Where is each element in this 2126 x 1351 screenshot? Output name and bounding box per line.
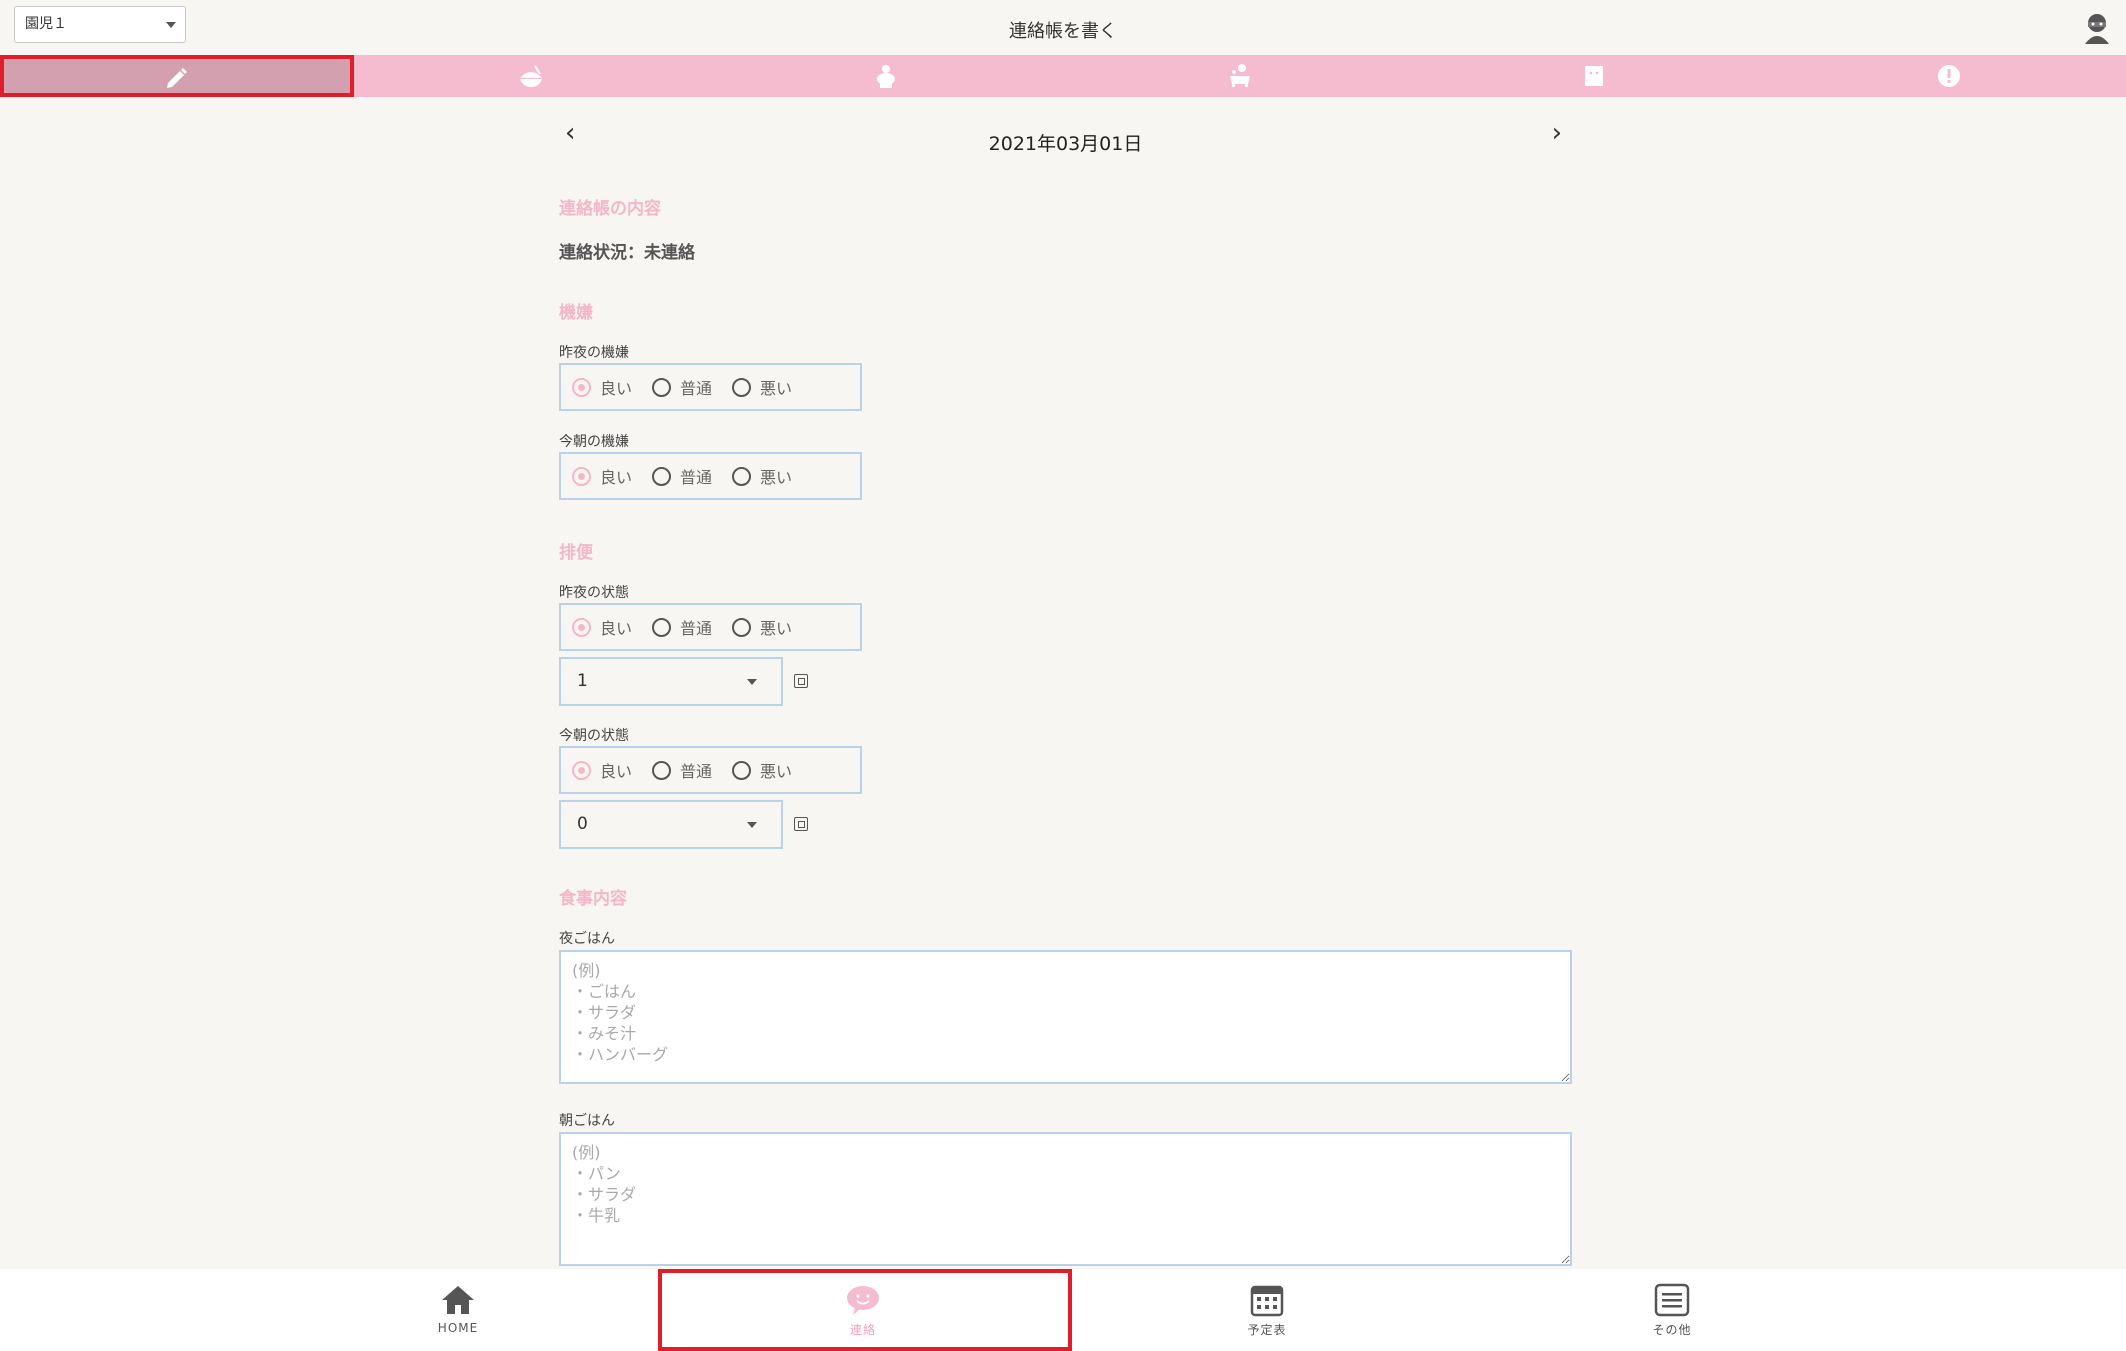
unit-icon [794, 674, 808, 688]
mood-last-night-label: 昨夜の機嫌 [559, 345, 629, 361]
unit-icon [794, 817, 808, 831]
radio-normal[interactable]: 普通 [652, 464, 712, 488]
radio-dot [652, 377, 672, 397]
category-tab-bar [0, 55, 2126, 97]
stool-last-night-count-select[interactable]: 1 [559, 657, 783, 706]
section-title-mood: 機嫌 [559, 303, 593, 323]
section-title-contents: 連絡帳の内容 [559, 199, 661, 219]
radio-label: 悪い [760, 379, 793, 398]
stool-this-morning-count-select[interactable]: 0 [559, 800, 783, 849]
section-title-meal: 食事内容 [559, 889, 627, 909]
radio-label: 普通 [680, 468, 713, 487]
radio-dot [732, 466, 752, 486]
mood-this-morning-label: 今朝の機嫌 [559, 434, 629, 450]
radio-good[interactable]: 良い [572, 375, 632, 399]
nav-label: HOME [437, 1321, 479, 1335]
radio-normal[interactable]: 普通 [652, 615, 712, 639]
radio-label: 良い [600, 379, 633, 398]
stool-this-morning-label: 今朝の状態 [559, 728, 629, 744]
contact-status: 連絡状況：未連絡 [559, 243, 695, 263]
radio-label: 普通 [680, 379, 713, 398]
radio-bad[interactable]: 悪い [732, 375, 792, 399]
radio-normal[interactable]: 普通 [652, 375, 712, 399]
breakfast-textarea[interactable] [559, 1132, 1572, 1266]
radio-good[interactable]: 良い [572, 464, 632, 488]
radio-dot [652, 617, 672, 637]
nav-home[interactable]: HOME [328, 1269, 588, 1351]
radio-label: 普通 [680, 619, 713, 638]
next-date-button[interactable]: › [1552, 120, 1562, 146]
date-navigator: ‹ 2021年03月01日 › [559, 97, 1572, 155]
select-value: 0 [577, 814, 588, 834]
breakfast-label: 朝ごはん [559, 1113, 615, 1129]
calendar-icon [1250, 1285, 1284, 1317]
radio-dot [572, 377, 591, 397]
note-icon [1585, 66, 1604, 86]
select-value: 1 [577, 671, 588, 691]
tab-alert[interactable] [1772, 55, 2126, 97]
radio-label: 悪い [760, 762, 793, 781]
tab-meal[interactable] [354, 55, 708, 97]
menu-icon [1654, 1283, 1690, 1317]
chevron-down-icon [747, 679, 757, 685]
tab-bath[interactable] [1063, 55, 1417, 97]
selection-highlight [0, 55, 355, 97]
mood-last-night-radio-group: 良い 普通 悪い [559, 363, 862, 411]
nav-schedule[interactable]: 予定表 [1137, 1269, 1397, 1351]
tab-toilet[interactable] [709, 55, 1063, 97]
section-title-stool: 排便 [559, 543, 593, 563]
radio-dot [732, 617, 752, 637]
rice-bowl-icon [520, 65, 543, 87]
tab-note[interactable] [1417, 55, 1771, 97]
mood-this-morning-radio-group: 良い 普通 悪い [559, 452, 862, 500]
bath-icon [1230, 64, 1251, 87]
selection-highlight [658, 1269, 1072, 1351]
tab-write[interactable] [0, 55, 355, 97]
stool-last-night-label: 昨夜の状態 [559, 585, 629, 601]
radio-label: 普通 [680, 762, 713, 781]
radio-label: 悪い [760, 468, 793, 487]
radio-dot [652, 466, 672, 486]
radio-label: 良い [600, 762, 633, 781]
user-avatar-icon[interactable] [2082, 12, 2112, 44]
radio-label: 良い [600, 619, 633, 638]
toilet-icon [876, 65, 895, 88]
dinner-textarea[interactable] [559, 950, 1572, 1084]
top-bar: 園児１ 連絡帳を書く [0, 0, 2126, 55]
stool-this-morning-radio-group: 良い 普通 悪い [559, 746, 862, 794]
home-icon [442, 1286, 474, 1314]
alert-icon [1937, 65, 1960, 87]
radio-good[interactable]: 良い [572, 615, 632, 639]
radio-dot [572, 466, 591, 486]
radio-label: 良い [600, 468, 633, 487]
dinner-label: 夜ごはん [559, 931, 615, 947]
radio-bad[interactable]: 悪い [732, 615, 792, 639]
radio-dot [732, 377, 752, 397]
radio-dot [652, 760, 672, 780]
radio-normal[interactable]: 普通 [652, 758, 712, 782]
chevron-down-icon [747, 822, 757, 828]
radio-bad[interactable]: 悪い [732, 464, 792, 488]
radio-label: 悪い [760, 619, 793, 638]
radio-good[interactable]: 良い [572, 758, 632, 782]
nav-label: 予定表 [1247, 1323, 1287, 1337]
contact-book-form: ‹ 2021年03月01日 › 連絡帳の内容 連絡状況：未連絡 機嫌 昨夜の機嫌… [559, 97, 1572, 1266]
radio-dot [572, 760, 591, 780]
radio-dot [572, 617, 591, 637]
page-title: 連絡帳を書く [1009, 21, 1117, 42]
stool-last-night-radio-group: 良い 普通 悪い [559, 603, 862, 651]
radio-dot [732, 760, 752, 780]
nav-other[interactable]: その他 [1542, 1269, 1802, 1351]
nav-label: その他 [1652, 1323, 1692, 1337]
radio-bad[interactable]: 悪い [732, 758, 792, 782]
current-date: 2021年03月01日 [988, 133, 1143, 155]
